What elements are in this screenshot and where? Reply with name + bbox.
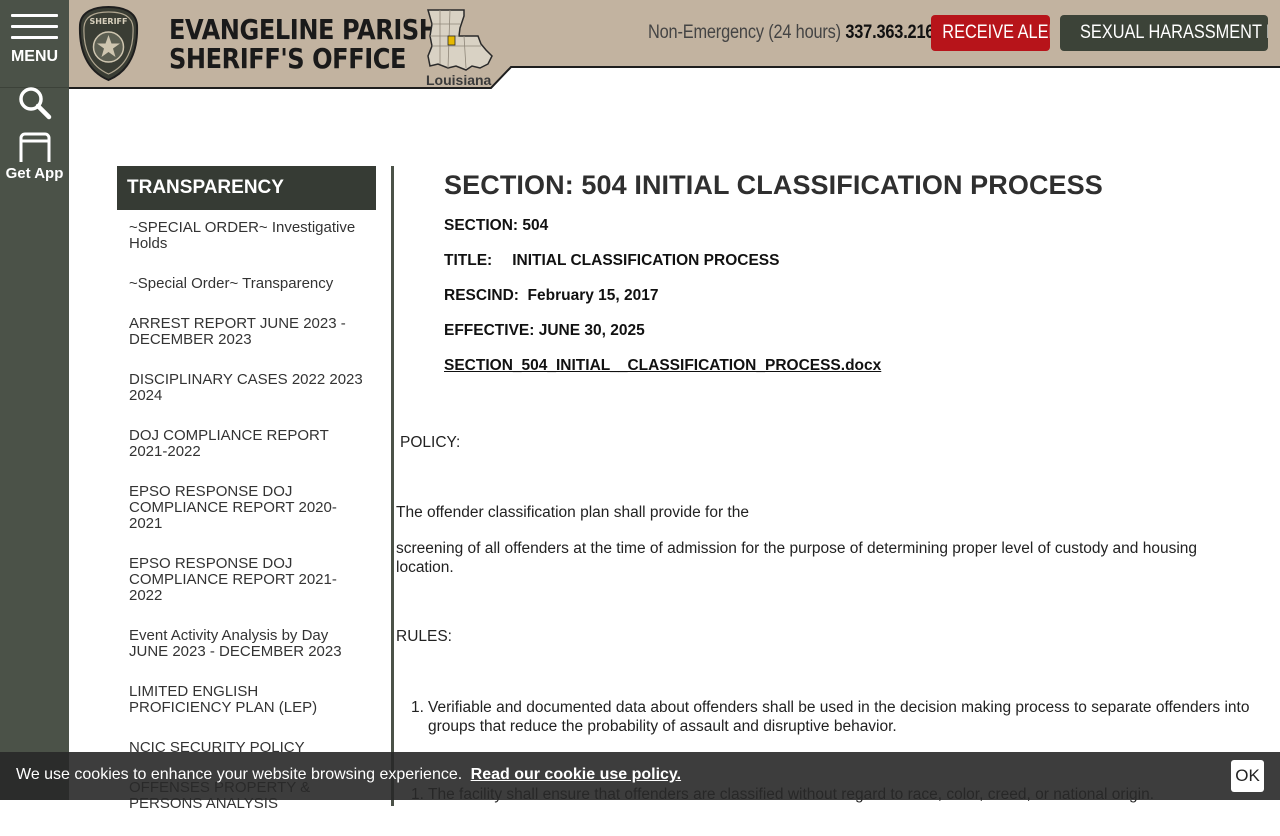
document-meta: SECTION: 504 TITLE: INITIAL CLASSIFICATIO… bbox=[444, 217, 1266, 392]
sidebar-item[interactable]: ARREST REPORT JUNE 2023 - DECEMBER 2023 bbox=[129, 316, 364, 348]
sidebar-item[interactable]: ~Special Order~ Transparency bbox=[129, 276, 364, 292]
section-number: SECTION: 504 bbox=[444, 217, 549, 234]
phone-label: Non-Emergency (24 hours) bbox=[648, 22, 841, 43]
hamburger-icon-line bbox=[11, 25, 58, 28]
site-header: SHERIFF EVANGELINE PARISH SHERIFF'S OFFI… bbox=[69, 0, 1280, 89]
search-icon bbox=[19, 87, 52, 120]
rule-item: 1. Verifiable and documented data about … bbox=[411, 698, 1258, 736]
sidebar-item[interactable]: EPSO RESPONSE DOJ COMPLIANCE REPORT 2020… bbox=[129, 484, 364, 532]
cookie-policy-link[interactable]: Read our cookie use policy. bbox=[471, 766, 681, 783]
rules-list: 1. Verifiable and documented data about … bbox=[411, 698, 1258, 803]
document-download-link[interactable]: SECTION_504_INITIAL__CLASSIFICATION_PROC… bbox=[444, 357, 881, 374]
sidebar-item[interactable]: DISCIPLINARY CASES 2022 2023 2024 bbox=[129, 372, 364, 404]
sexual-harassment-policy-button[interactable]: SEXUAL HARASSMENT POLICY bbox=[1060, 15, 1268, 51]
search-button[interactable] bbox=[0, 84, 69, 122]
sidebar-item[interactable]: ~SPECIAL ORDER~ Investigative Holds bbox=[129, 220, 364, 252]
left-rail: MENU Get App bbox=[0, 0, 69, 800]
svg-text:SHERIFF: SHERIFF bbox=[90, 17, 128, 26]
phone-app-icon bbox=[19, 132, 51, 162]
cookie-banner: We use cookies to enhance your website b… bbox=[0, 752, 1280, 800]
sheriff-badge-logo[interactable]: SHERIFF bbox=[78, 5, 139, 82]
receive-alerts-label: RECEIVE ALERTS bbox=[942, 22, 1050, 43]
policy-paragraph-2: screening of all offenders at the time o… bbox=[396, 540, 1198, 576]
sidebar-divider bbox=[391, 166, 394, 806]
phone-number[interactable]: 337.363.2161 bbox=[845, 22, 943, 43]
sidebar-list: ~SPECIAL ORDER~ Investigative Holds ~Spe… bbox=[117, 210, 376, 812]
cookie-ok-button[interactable]: OK bbox=[1231, 760, 1264, 792]
sidebar-title: TRANSPARENCY bbox=[117, 166, 376, 210]
brand-line-1: EVANGELINE PARISH bbox=[169, 13, 439, 46]
page-title: SECTION: 504 INITIAL CLASSIFICATION PROC… bbox=[444, 170, 1103, 200]
rule-text: Verifiable and documented data about off… bbox=[428, 699, 1250, 735]
receive-alerts-button[interactable]: RECEIVE ALERTS bbox=[931, 15, 1050, 51]
title-value: INITIAL CLASSIFICATION PROCESS bbox=[512, 252, 780, 269]
effective-date: EFFECTIVE: JUNE 30, 2025 bbox=[444, 322, 645, 339]
policy-label: POLICY: bbox=[400, 434, 461, 451]
site-brand[interactable]: EVANGELINE PARISH SHERIFF'S OFFICE bbox=[169, 13, 439, 75]
menu-button[interactable]: MENU bbox=[0, 0, 69, 88]
title-row: TITLE: INITIAL CLASSIFICATION PROCESS bbox=[444, 252, 1266, 287]
title-label: TITLE: bbox=[444, 252, 493, 269]
get-app-label: Get App bbox=[5, 165, 64, 182]
rules-label: RULES: bbox=[396, 628, 452, 645]
non-emergency-phone[interactable]: Non-Emergency (24 hours) 337.363.2161 bbox=[648, 22, 943, 44]
sidebar-item[interactable]: EPSO RESPONSE DOJ COMPLIANCE REPORT 2021… bbox=[129, 556, 364, 604]
sidebar-item[interactable]: LIMITED ENGLISH PROFICIENCY PLAN (LEP) bbox=[129, 684, 364, 716]
main-content: SECTION: 504 INITIAL CLASSIFICATION PROC… bbox=[396, 170, 1266, 803]
louisiana-map-icon bbox=[427, 9, 493, 71]
sexual-harassment-policy-label: SEXUAL HARASSMENT POLICY bbox=[1080, 22, 1268, 43]
sidebar-item[interactable]: Event Activity Analysis by Day JUNE 2023… bbox=[129, 628, 364, 660]
state-label: Louisiana bbox=[426, 72, 492, 88]
menu-label: MENU bbox=[10, 48, 59, 65]
get-app-button[interactable]: Get App bbox=[0, 130, 69, 186]
cookie-text: We use cookies to enhance your website b… bbox=[16, 766, 463, 783]
cookie-message: We use cookies to enhance your website b… bbox=[16, 766, 681, 784]
rescind-date: RESCIND: February 15, 2017 bbox=[444, 287, 659, 304]
policy-paragraph-1: The offender classification plan shall p… bbox=[396, 504, 749, 521]
hamburger-icon bbox=[11, 14, 58, 17]
brand-line-2: SHERIFF'S OFFICE bbox=[169, 42, 407, 75]
sidebar-item[interactable]: DOJ COMPLIANCE REPORT 2021-2022 bbox=[129, 428, 364, 460]
rule-number: 1. bbox=[411, 699, 424, 716]
hamburger-icon-line bbox=[11, 36, 58, 39]
transparency-sidebar: TRANSPARENCY ~SPECIAL ORDER~ Investigati… bbox=[117, 166, 376, 836]
